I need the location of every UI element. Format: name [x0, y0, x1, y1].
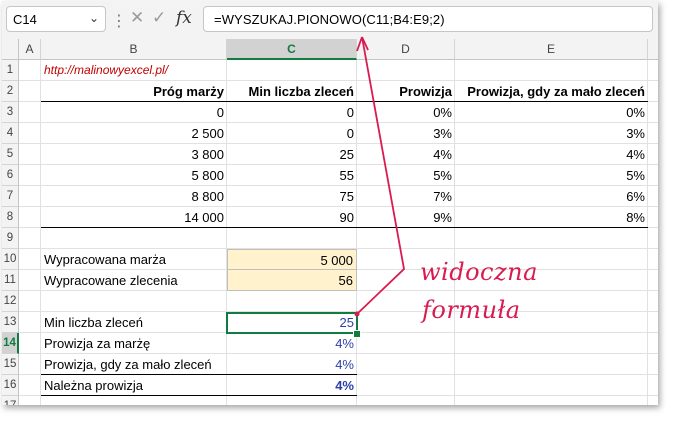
annotation-arrow: [354, 36, 405, 317]
excel-window: C14 ⌄ ⋮ ✕ ✓ fx =WYSZUKAJ.PIONOWO(C11;B4:…: [2, 1, 658, 405]
